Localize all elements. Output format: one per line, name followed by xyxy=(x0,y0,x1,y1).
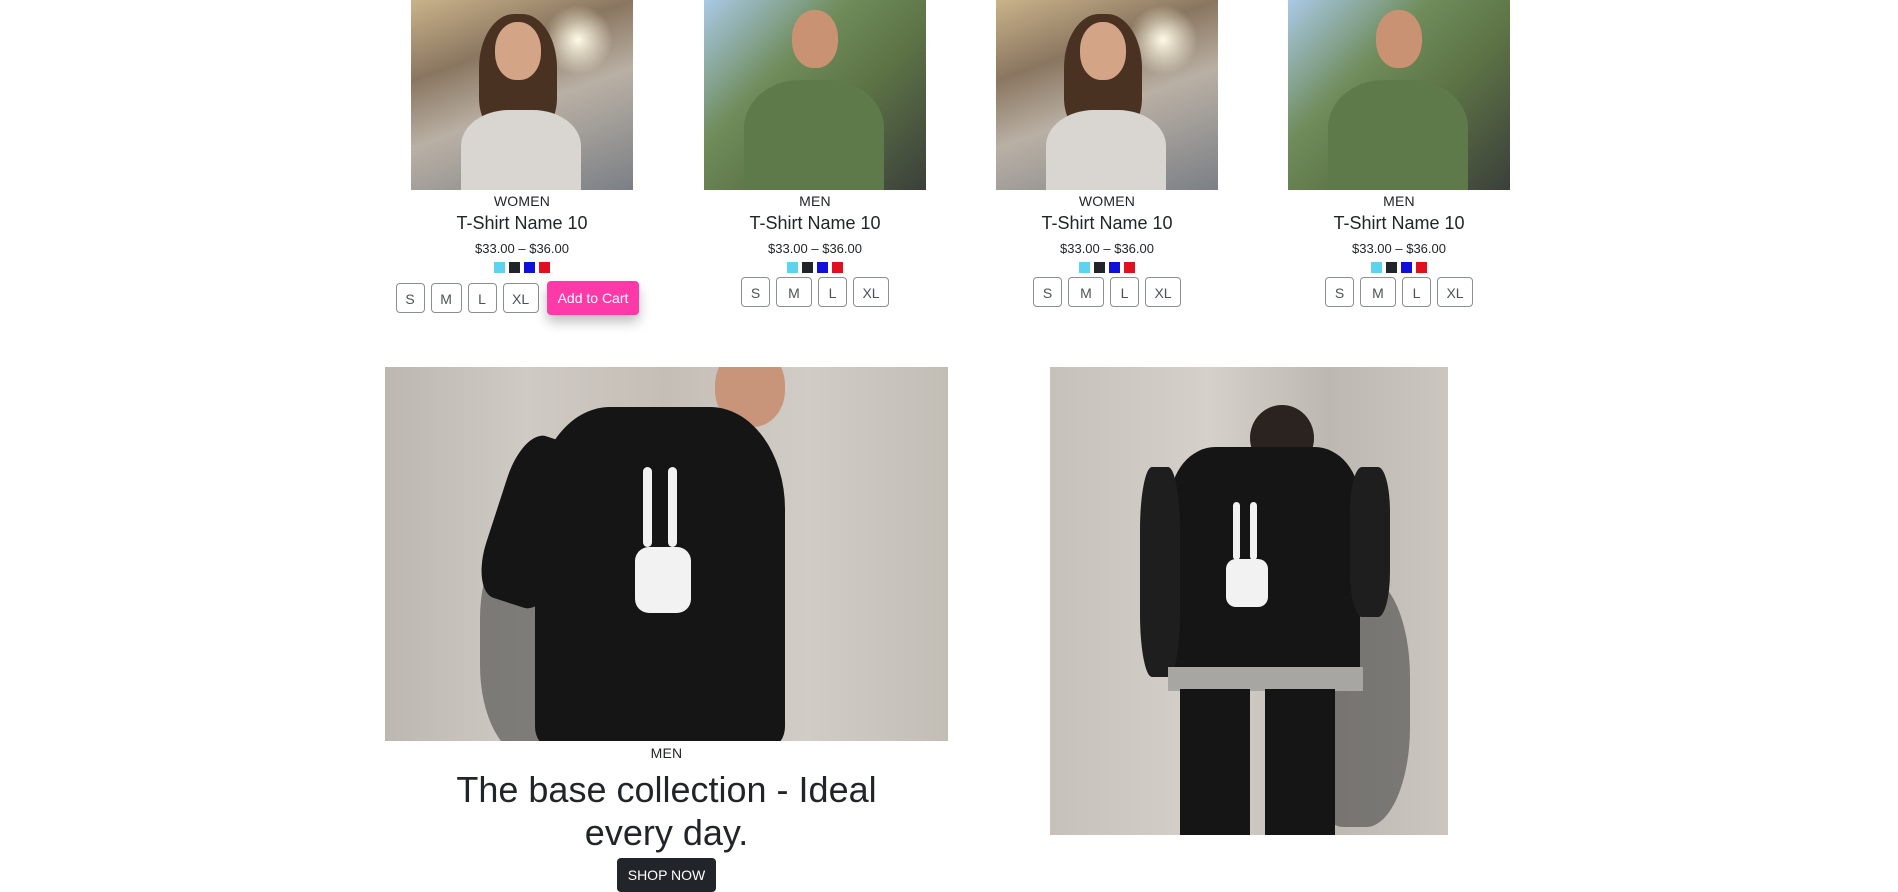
color-swatches xyxy=(957,262,1257,275)
product-card[interactable]: MEN T-Shirt Name 10 $33.00 – $36.00 S M … xyxy=(1249,0,1549,307)
size-l-button[interactable]: L xyxy=(1110,277,1139,307)
color-swatch-blue[interactable] xyxy=(524,262,535,273)
product-image[interactable] xyxy=(411,0,633,190)
add-to-cart-button[interactable]: Add to Cart xyxy=(546,281,640,315)
collection-banner-text: MEN The base collection - Ideal every da… xyxy=(385,741,948,892)
size-s-button[interactable]: S xyxy=(395,283,425,313)
product-card[interactable]: WOMEN T-Shirt Name 10 $33.00 – $36.00 S … xyxy=(957,0,1257,307)
size-xl-button[interactable]: XL xyxy=(1437,277,1473,307)
product-name[interactable]: T-Shirt Name 10 xyxy=(1249,213,1549,234)
color-swatch-cyan[interactable] xyxy=(1079,262,1090,273)
color-swatches xyxy=(665,262,965,275)
color-swatch-black[interactable] xyxy=(1386,262,1397,273)
product-name[interactable]: T-Shirt Name 10 xyxy=(665,213,965,234)
color-swatch-blue[interactable] xyxy=(1109,262,1120,273)
size-options: S M L XL xyxy=(665,277,965,307)
product-category: MEN xyxy=(799,193,831,209)
product-price: $33.00 – $36.00 xyxy=(768,241,862,256)
size-xl-button[interactable]: XL xyxy=(502,283,539,313)
size-s-button[interactable]: S xyxy=(1325,277,1354,307)
shop-now-button[interactable]: SHOP NOW xyxy=(616,858,717,892)
product-card[interactable]: WOMEN T-Shirt Name 10 $33.00 – $36.00 S … xyxy=(372,0,672,315)
product-price: $33.00 – $36.00 xyxy=(1352,241,1446,256)
color-swatch-cyan[interactable] xyxy=(787,262,798,273)
color-swatch-red[interactable] xyxy=(1416,262,1427,273)
size-l-button[interactable]: L xyxy=(1402,277,1431,307)
banner-category: MEN xyxy=(650,745,683,761)
product-image[interactable] xyxy=(704,0,926,190)
banner-title: The base collection - Ideal every day. xyxy=(456,769,877,853)
color-swatch-blue[interactable] xyxy=(1401,262,1412,273)
product-name[interactable]: T-Shirt Name 10 xyxy=(372,213,672,234)
product-card[interactable]: MEN T-Shirt Name 10 $33.00 – $36.00 S M … xyxy=(665,0,965,307)
color-swatch-red[interactable] xyxy=(539,262,550,273)
size-s-button[interactable]: S xyxy=(1033,277,1062,307)
product-category: WOMEN xyxy=(1078,193,1136,209)
color-swatch-black[interactable] xyxy=(509,262,520,273)
size-xl-button[interactable]: XL xyxy=(853,277,889,307)
color-swatch-cyan[interactable] xyxy=(1371,262,1382,273)
size-m-button[interactable]: M xyxy=(776,277,812,307)
product-price: $33.00 – $36.00 xyxy=(475,241,569,256)
size-l-button[interactable]: L xyxy=(467,283,497,313)
product-price: $33.00 – $36.00 xyxy=(1060,241,1154,256)
color-swatches xyxy=(1249,262,1549,275)
size-m-button[interactable]: M xyxy=(1068,277,1104,307)
product-category: WOMEN xyxy=(493,193,551,209)
color-swatch-cyan[interactable] xyxy=(494,262,505,273)
color-swatch-red[interactable] xyxy=(1124,262,1135,273)
size-s-button[interactable]: S xyxy=(741,277,770,307)
collection-side-image[interactable] xyxy=(1050,367,1448,835)
size-m-button[interactable]: M xyxy=(430,283,462,313)
product-category: MEN xyxy=(1383,193,1415,209)
product-image[interactable] xyxy=(1288,0,1510,190)
size-options: S M L XL xyxy=(957,277,1257,307)
color-swatch-red[interactable] xyxy=(832,262,843,273)
color-swatch-black[interactable] xyxy=(1094,262,1105,273)
size-xl-button[interactable]: XL xyxy=(1145,277,1181,307)
size-m-button[interactable]: M xyxy=(1360,277,1396,307)
size-options: S M L XL xyxy=(1249,277,1549,307)
color-swatch-blue[interactable] xyxy=(817,262,828,273)
size-l-button[interactable]: L xyxy=(818,277,847,307)
color-swatch-black[interactable] xyxy=(802,262,813,273)
product-name[interactable]: T-Shirt Name 10 xyxy=(957,213,1257,234)
size-options: S M L XL Add to Cart xyxy=(363,281,672,315)
product-image[interactable] xyxy=(996,0,1218,190)
color-swatches xyxy=(372,262,672,275)
collection-banner-image[interactable] xyxy=(385,367,948,741)
